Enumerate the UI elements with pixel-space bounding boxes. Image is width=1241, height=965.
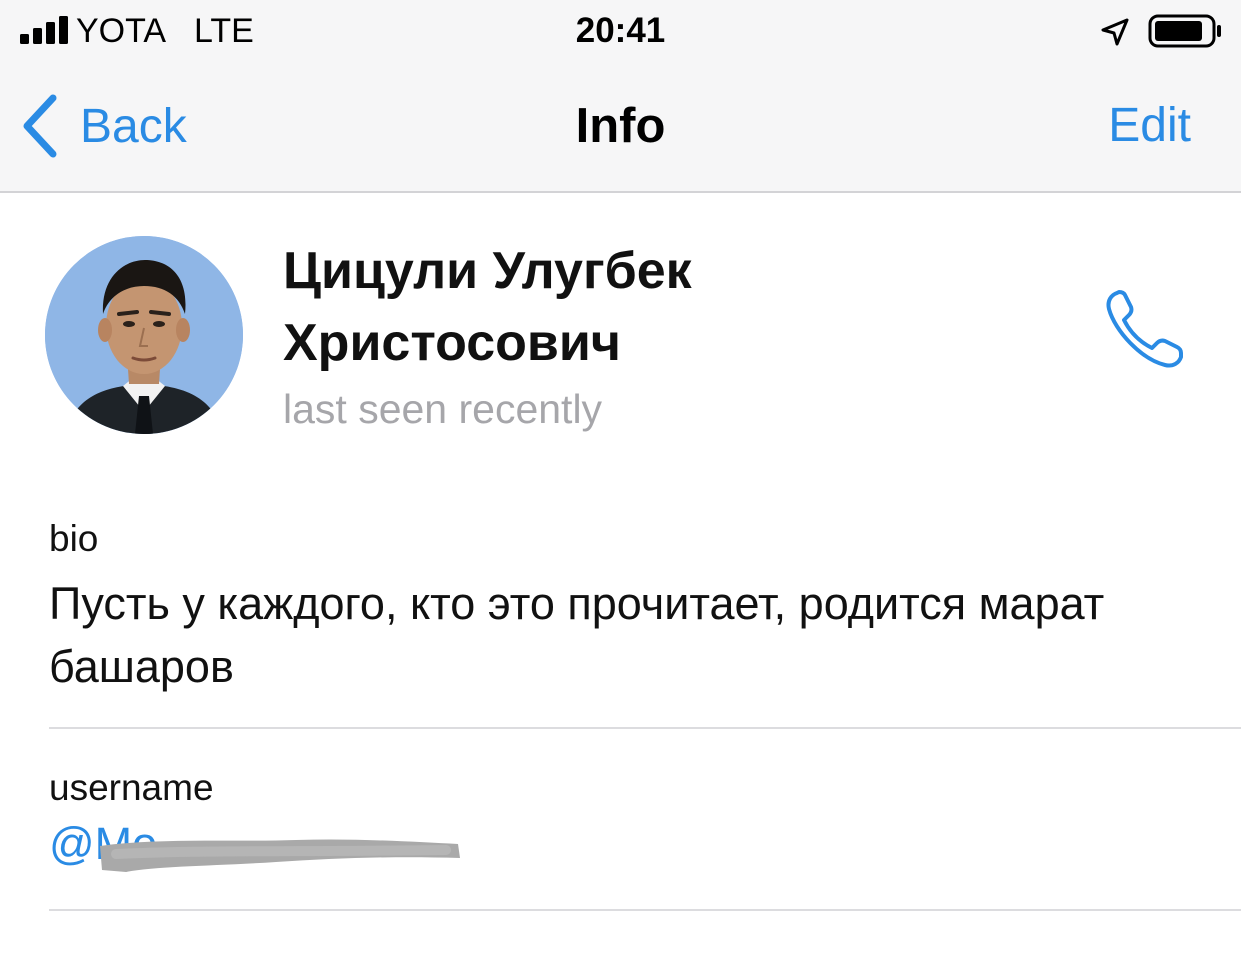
last-seen-status: last seen recently bbox=[283, 386, 603, 432]
avatar[interactable] bbox=[45, 236, 243, 434]
status-time: 20:41 bbox=[575, 11, 666, 50]
top-bar: YOTA LTE 20:41 Back Info Edit bbox=[0, 0, 1241, 193]
status-bar: YOTA LTE 20:41 bbox=[0, 0, 1241, 64]
bio-text: Пусть у каждого, кто это прочитает, роди… bbox=[49, 578, 1105, 692]
divider bbox=[49, 909, 1241, 911]
avatar-photo bbox=[45, 236, 243, 434]
battery-icon bbox=[1148, 14, 1221, 48]
back-button[interactable]: Back bbox=[20, 94, 187, 158]
edit-button[interactable]: Edit bbox=[1108, 98, 1191, 153]
username-label: username bbox=[49, 767, 214, 808]
chevron-left-icon bbox=[23, 94, 57, 158]
location-arrow-icon bbox=[1101, 18, 1129, 46]
redaction-scribble bbox=[100, 839, 460, 872]
contact-info-screen: YOTA LTE 20:41 Back Info Edit Цицули Улу… bbox=[0, 0, 1241, 965]
navigation-bar: Back Info Edit bbox=[0, 64, 1241, 191]
divider bbox=[49, 727, 1241, 729]
bio-label: bio bbox=[49, 518, 99, 559]
phone-icon[interactable] bbox=[1103, 287, 1187, 371]
contact-name: Цицули Улугбек Христосович bbox=[283, 242, 692, 372]
back-label: Back bbox=[80, 99, 187, 153]
